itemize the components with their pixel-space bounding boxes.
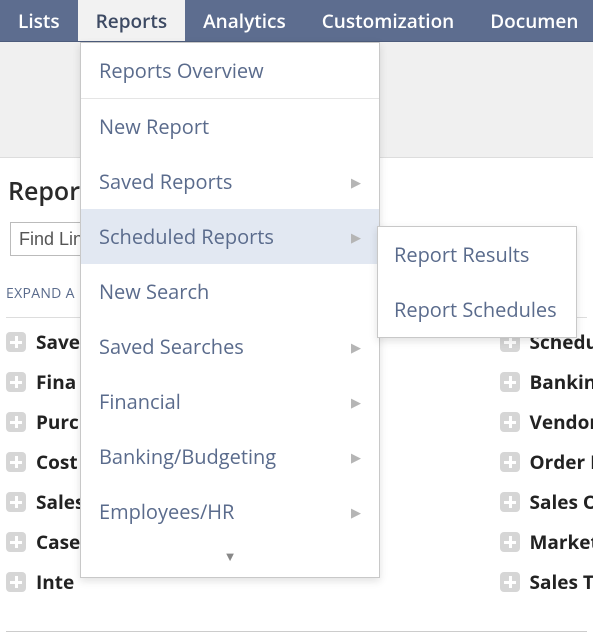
report-col-right: Scheduled Re Banking/Bud Vendors/Paya Or… — [500, 322, 593, 602]
menu-item-banking-budgeting[interactable]: Banking/Budgeting ▶ — [81, 429, 379, 484]
menu-item-label: Report Schedules — [394, 296, 557, 323]
nav-item-analytics[interactable]: Analytics — [185, 0, 304, 41]
report-group[interactable]: Marketing — [500, 522, 593, 562]
menu-item-label: Report Results — [394, 241, 529, 268]
chevron-right-icon: ▶ — [351, 173, 361, 191]
expand-icon[interactable] — [6, 372, 26, 392]
chevron-right-icon: ▶ — [351, 338, 361, 356]
expand-icon[interactable] — [6, 452, 26, 472]
chevron-right-icon: ▶ — [351, 503, 361, 521]
report-group-label: Marketing — [530, 529, 593, 555]
report-group[interactable]: Sales Orders — [500, 482, 593, 522]
footer-divider — [6, 631, 587, 632]
menu-scroll-down[interactable]: ▼ — [81, 539, 379, 577]
menu-item-label: Reports Overview — [99, 57, 264, 84]
menu-item-label: New Report — [99, 113, 209, 140]
menu-item-scheduled-reports[interactable]: Scheduled Reports ▶ — [81, 209, 379, 264]
report-group-label: Sales — [36, 489, 84, 515]
expand-icon[interactable] — [6, 532, 26, 552]
menu-item-label: Employees/HR — [99, 498, 234, 525]
nav-item-reports[interactable]: Reports — [78, 0, 185, 41]
report-group[interactable]: Vendors/Paya — [500, 402, 593, 442]
expand-icon[interactable] — [6, 332, 26, 352]
report-group-label: Sales Orders — [530, 489, 593, 515]
report-group-label: Cost — [36, 449, 78, 475]
chevron-right-icon: ▶ — [351, 448, 361, 466]
menu-item-reports-overview[interactable]: Reports Overview — [81, 43, 379, 99]
menu-item-new-report[interactable]: New Report — [81, 99, 379, 154]
report-group[interactable]: Order Manag — [500, 442, 593, 482]
menu-item-label: Scheduled Reports — [99, 223, 274, 250]
nav-item-documents[interactable]: Documen — [472, 0, 593, 41]
report-group-label: Purc — [36, 409, 79, 435]
report-group-label: Save — [36, 329, 80, 355]
menu-item-financial[interactable]: Financial ▶ — [81, 374, 379, 429]
nav-item-customization[interactable]: Customization — [304, 0, 473, 41]
report-group-label: Order Manag — [530, 449, 593, 475]
menu-item-saved-reports[interactable]: Saved Reports ▶ — [81, 154, 379, 209]
menu-item-label: Saved Searches — [99, 333, 244, 360]
chevron-right-icon: ▶ — [351, 228, 361, 246]
expand-icon[interactable] — [500, 492, 520, 512]
report-group-label: Banking/Bud — [530, 369, 593, 395]
expand-icon[interactable] — [500, 372, 520, 392]
chevron-right-icon: ▶ — [351, 393, 361, 411]
report-group-label: Sales Tax US — [530, 569, 593, 595]
report-group-label: Fina — [36, 369, 76, 395]
expand-icon[interactable] — [6, 412, 26, 432]
menu-item-employees-hr[interactable]: Employees/HR ▶ — [81, 484, 379, 539]
menu-item-saved-searches[interactable]: Saved Searches ▶ — [81, 319, 379, 374]
scheduled-reports-submenu: Report Results Report Schedules — [377, 226, 577, 338]
report-group[interactable]: Banking/Bud — [500, 362, 593, 402]
reports-menu: Reports Overview New Report Saved Report… — [80, 42, 380, 578]
menu-item-label: Saved Reports — [99, 168, 232, 195]
nav-item-lists[interactable]: Lists — [0, 0, 78, 41]
report-group[interactable]: Sales Tax US — [500, 562, 593, 602]
top-nav: Lists Reports Analytics Customization Do… — [0, 0, 593, 42]
expand-icon[interactable] — [500, 452, 520, 472]
menu-item-report-results[interactable]: Report Results — [378, 227, 576, 282]
menu-item-report-schedules[interactable]: Report Schedules — [378, 282, 576, 337]
menu-item-label: Banking/Budgeting — [99, 443, 276, 470]
expand-icon[interactable] — [6, 572, 26, 592]
expand-icon[interactable] — [500, 532, 520, 552]
expand-icon[interactable] — [500, 412, 520, 432]
expand-icon[interactable] — [6, 492, 26, 512]
report-group-label: Inte — [36, 569, 74, 595]
expand-icon[interactable] — [500, 572, 520, 592]
menu-item-label: New Search — [99, 278, 209, 305]
report-group-label: Case — [36, 529, 80, 555]
report-group-label: Vendors/Paya — [530, 409, 593, 435]
menu-item-label: Financial — [99, 388, 181, 415]
menu-item-new-search[interactable]: New Search — [81, 264, 379, 319]
